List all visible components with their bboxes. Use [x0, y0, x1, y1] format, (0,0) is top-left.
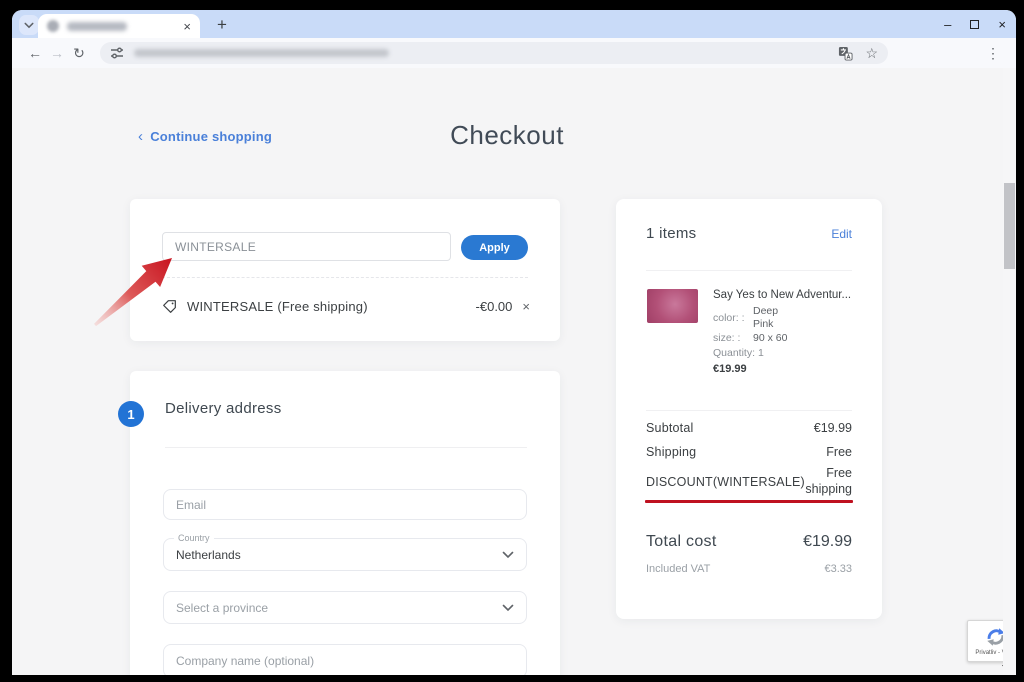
product-info: Say Yes to New Adventur... color: : Deep…: [713, 289, 855, 375]
summary-header: 1 items Edit: [646, 225, 852, 242]
new-tab-button[interactable]: +: [210, 13, 234, 37]
country-select-value: Netherlands: [176, 548, 241, 562]
browser-tab[interactable]: ×: [38, 14, 200, 38]
items-count: 1 items: [646, 225, 696, 242]
omnibox-actions: ☆: [838, 46, 878, 61]
back-button[interactable]: ←: [24, 45, 46, 61]
total-cost-label: Total cost: [646, 533, 717, 551]
delivery-address-title: Delivery address: [165, 400, 282, 417]
total-cost-row: Total cost €19.99: [646, 533, 852, 551]
chevron-down-icon: [502, 604, 514, 612]
tab-title-redacted: [67, 22, 127, 31]
product-size-row: size: : 90 x 60: [713, 332, 855, 345]
province-select-placeholder: Select a province: [176, 601, 268, 615]
size-value: 90 x 60: [753, 332, 791, 345]
vat-label: Included VAT: [646, 563, 710, 575]
province-select[interactable]: Select a province: [163, 591, 527, 624]
apply-coupon-button[interactable]: Apply: [461, 235, 528, 260]
subtotal-label: Subtotal: [646, 421, 693, 435]
url-redacted: [134, 49, 389, 57]
applied-coupon-row: WINTERSALE (Free shipping) -€0.00 ×: [162, 293, 530, 319]
tag-icon: [162, 299, 177, 314]
browser-window: × + – × ← → ↻: [12, 10, 1016, 675]
subtotal-row: Subtotal €19.99: [646, 421, 852, 435]
bookmark-star-icon[interactable]: ☆: [865, 46, 878, 60]
chevron-down-icon: [502, 551, 514, 559]
favicon: [47, 20, 59, 32]
reload-button[interactable]: ↻: [68, 45, 90, 62]
size-label: size: :: [713, 332, 753, 344]
screenshot-root: × + – × ← → ↻: [0, 0, 1024, 682]
total-cost-value: €19.99: [803, 533, 852, 551]
minimize-button[interactable]: –: [944, 18, 951, 31]
forward-button[interactable]: →: [46, 45, 68, 61]
vat-row: Included VAT €3.33: [646, 563, 852, 575]
chevron-down-icon: [24, 22, 34, 29]
product-color-row: color: : Deep Pink: [713, 305, 855, 330]
product-price: €19.99: [713, 363, 855, 375]
step-number-badge: 1: [118, 401, 144, 427]
browser-toolbar: ← → ↻: [12, 38, 1016, 68]
tab-search-button[interactable]: [19, 15, 39, 35]
email-field[interactable]: [163, 489, 527, 520]
scrollbar-track[interactable]: [1003, 68, 1016, 675]
page-title: Checkout: [12, 120, 1002, 151]
remove-coupon-icon[interactable]: ×: [522, 299, 530, 314]
divider: [165, 447, 527, 448]
shipping-value: Free: [826, 445, 852, 459]
edit-cart-link[interactable]: Edit: [831, 227, 852, 241]
annotation-underline: [645, 500, 853, 503]
delivery-address-card: 1 Delivery address Country Netherlands S…: [130, 371, 560, 675]
coupon-code-input[interactable]: [162, 232, 451, 261]
tab-close-icon[interactable]: ×: [183, 20, 191, 33]
product-quantity: Quantity: 1: [713, 347, 855, 359]
discount-value: Free shipping: [805, 466, 852, 497]
shipping-row: Shipping Free: [646, 445, 852, 459]
window-close-button[interactable]: ×: [998, 18, 1006, 31]
subtotal-value: €19.99: [814, 421, 852, 435]
scrollbar-thumb[interactable]: [1004, 183, 1015, 269]
cart-item: Say Yes to New Adventur... color: : Deep…: [647, 289, 855, 375]
divider: [162, 277, 528, 278]
tab-strip: × + – ×: [12, 10, 1016, 38]
coupon-discount-amount: -€0.00: [476, 299, 513, 314]
country-select[interactable]: Country Netherlands: [163, 538, 527, 571]
divider: [646, 270, 852, 271]
company-name-field[interactable]: [163, 644, 527, 675]
color-label: color: :: [713, 312, 753, 324]
order-summary-card: 1 items Edit Say Yes to New Adventur... …: [616, 199, 882, 619]
shipping-label: Shipping: [646, 445, 696, 459]
window-controls: – ×: [944, 10, 1006, 38]
maximize-button[interactable]: [970, 20, 979, 29]
discount-label: DISCOUNT(WINTERSALE): [646, 475, 805, 489]
color-value: Deep Pink: [753, 305, 791, 330]
browser-menu-icon[interactable]: ⋮: [982, 45, 1004, 62]
site-settings-icon[interactable]: [110, 46, 124, 60]
applied-coupon-label: WINTERSALE (Free shipping): [187, 299, 368, 314]
product-title: Say Yes to New Adventur...: [713, 289, 855, 301]
page-viewport: ‹ Continue shopping Checkout Apply WINTE…: [12, 68, 1016, 675]
discount-row: DISCOUNT(WINTERSALE) Free shipping: [646, 465, 852, 499]
coupon-card: Apply WINTERSALE (Free shipping) -€0.00 …: [130, 199, 560, 341]
vat-value: €3.33: [824, 563, 852, 575]
divider: [646, 410, 852, 411]
country-select-label: Country: [174, 533, 214, 543]
product-thumbnail[interactable]: [647, 289, 698, 323]
address-bar[interactable]: ☆: [100, 42, 888, 64]
translate-icon[interactable]: [838, 46, 853, 61]
